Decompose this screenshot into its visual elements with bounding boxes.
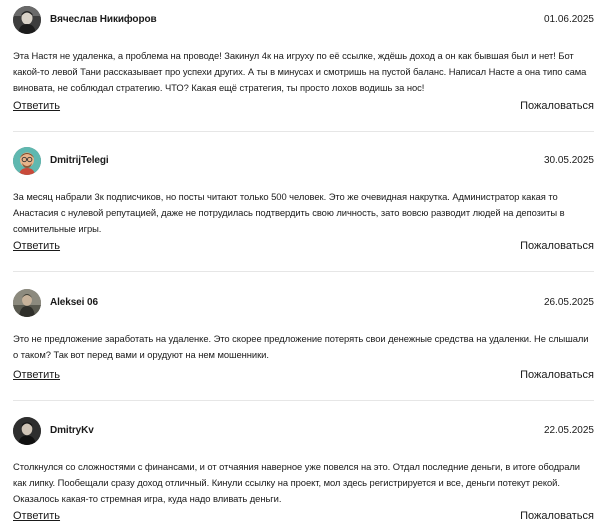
complain-link[interactable]: Пожаловаться	[520, 100, 594, 112]
complain-link[interactable]: Пожаловаться	[520, 510, 594, 522]
comment-item: Вячеслав Никифоров 01.06.2025 Эта Настя …	[13, 6, 594, 132]
comment-header: Aleksei 06 26.05.2025	[13, 289, 594, 317]
comment-date: 01.06.2025	[543, 14, 594, 25]
comment-date: 22.05.2025	[543, 425, 594, 436]
reply-link[interactable]: Ответить	[13, 510, 60, 522]
comment-text: За месяц набрали 3к подписчиков, но пост…	[13, 191, 565, 234]
comment-text: Это не предложение заработать на удаленк…	[13, 333, 589, 360]
comment-item: DmitryKv 22.05.2025 Столкнулся со сложно…	[13, 417, 594, 522]
comment-item: DmitrijTelegi 30.05.2025 За месяц набрал…	[13, 147, 594, 272]
comment-header: DmitrijTelegi 30.05.2025	[13, 147, 594, 175]
comment-header: Вячеслав Никифоров 01.06.2025	[13, 6, 594, 34]
complain-link[interactable]: Пожаловаться	[520, 240, 594, 252]
comment-author: Вячеслав Никифоров	[50, 14, 157, 25]
comment-date: 30.05.2025	[543, 155, 594, 166]
comment-divider	[13, 400, 594, 401]
reply-link[interactable]: Ответить	[13, 369, 60, 381]
comment-actions: Ответить Пожаловаться	[13, 240, 594, 256]
comment-actions: Ответить Пожаловаться	[13, 369, 594, 385]
comment-divider	[13, 131, 594, 132]
comment-date: 26.05.2025	[543, 297, 594, 308]
comment-header: DmitryKv 22.05.2025	[13, 417, 594, 445]
comment-text: Эта Настя не удаленка, а проблема на про…	[13, 50, 587, 93]
comment-actions: Ответить Пожаловаться	[13, 510, 594, 526]
comment-author: DmitrijTelegi	[50, 155, 109, 166]
complain-link[interactable]: Пожаловаться	[520, 369, 594, 381]
comment-author: DmitryKv	[50, 425, 94, 436]
comment-actions: Ответить Пожаловаться	[13, 100, 594, 116]
user-avatar-icon[interactable]	[13, 147, 41, 175]
comment-item: Aleksei 06 26.05.2025 Это не предложение…	[13, 289, 594, 401]
reply-link[interactable]: Ответить	[13, 240, 60, 252]
reply-link[interactable]: Ответить	[13, 100, 60, 112]
user-avatar-icon[interactable]	[13, 289, 41, 317]
user-avatar-icon[interactable]	[13, 6, 41, 34]
comment-author: Aleksei 06	[50, 297, 98, 308]
comment-divider	[13, 271, 594, 272]
user-avatar-icon[interactable]	[13, 417, 41, 445]
comment-text: Столкнулся со сложностями с финансами, и…	[13, 461, 580, 504]
